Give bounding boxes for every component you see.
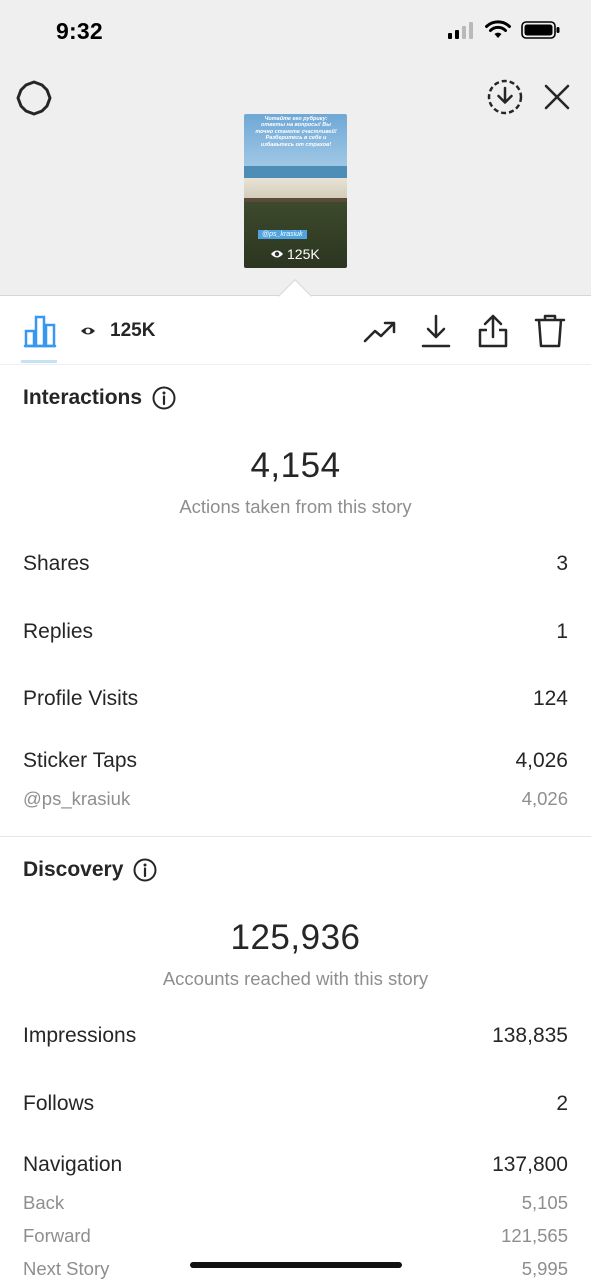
insights-tab-indicator	[21, 360, 57, 363]
story-header-area: 9:32 Читайте его рубрику: ответы на вопр…	[0, 0, 591, 296]
metric-value: 4,026	[515, 749, 568, 772]
metric-value: 137,800	[492, 1153, 568, 1176]
status-bar: 9:32	[0, 0, 591, 62]
metric-subvalue: 4,026	[521, 788, 568, 809]
metric-value: 3	[556, 552, 568, 575]
cellular-signal-icon	[448, 22, 473, 39]
download-icon	[421, 314, 451, 348]
bar-chart-icon	[23, 315, 57, 348]
metric-label: Follows	[23, 1092, 95, 1115]
interactions-total: 4,154	[250, 446, 341, 485]
discovery-title: Discovery	[23, 858, 124, 881]
interactions-total-label: Actions taken from this story	[179, 496, 412, 517]
metric-sublabel: @ps_krasiuk	[23, 788, 131, 809]
save-story-button[interactable]	[484, 76, 526, 118]
metric-value: 1	[556, 620, 568, 643]
home-indicator[interactable]	[190, 1262, 402, 1268]
metric-row-navigation: Navigation 137,800	[23, 1153, 568, 1177]
metric-label: Navigation	[23, 1153, 123, 1176]
download-button[interactable]	[418, 313, 454, 349]
status-time: 9:32	[56, 18, 103, 44]
metric-label: Profile Visits	[23, 687, 139, 710]
metric-value: 2	[556, 1092, 568, 1115]
trash-icon	[534, 314, 566, 348]
metric-label: Replies	[23, 620, 94, 643]
close-button[interactable]	[538, 78, 576, 116]
story-toolbar: 125K	[0, 297, 591, 365]
metric-subrow-forward: Forward 121,565	[23, 1225, 568, 1247]
metric-sublabel: Forward	[23, 1225, 91, 1246]
thumbnail-mention-tag: @ps_krasiuk	[258, 230, 307, 239]
battery-icon	[521, 21, 560, 39]
settings-button[interactable]	[14, 78, 54, 118]
discovery-header: Discovery	[23, 858, 157, 882]
delete-button[interactable]	[532, 313, 568, 349]
metric-label: Impressions	[23, 1024, 137, 1047]
gear-icon	[16, 80, 52, 116]
download-circle-icon	[487, 79, 523, 115]
metric-subrow-sticker-mention: @ps_krasiuk 4,026	[23, 788, 568, 810]
info-icon[interactable]	[133, 858, 157, 882]
close-icon	[544, 84, 570, 110]
metric-value: 124	[532, 687, 568, 710]
metric-row-shares: Shares 3	[23, 552, 568, 576]
views-count[interactable]: 125K	[110, 320, 155, 342]
metric-row-sticker-taps: Sticker Taps 4,026	[23, 749, 568, 773]
story-thumbnail[interactable]: Читайте его рубрику: ответы на вопросы! …	[244, 114, 347, 268]
thumbnail-views-count: 125K	[287, 246, 320, 262]
metric-row-impressions: Impressions 138,835	[23, 1024, 568, 1048]
discovery-total: 125,936	[230, 918, 361, 957]
thumbnail-views: 125K	[270, 246, 320, 262]
interactions-header: Interactions	[23, 386, 176, 410]
metric-subrow-back: Back 5,105	[23, 1192, 568, 1214]
share-icon	[478, 314, 508, 348]
metric-value: 138,835	[492, 1024, 568, 1047]
interactions-title: Interactions	[23, 386, 143, 409]
metric-subvalue: 121,565	[501, 1225, 568, 1246]
metric-label: Shares	[23, 552, 90, 575]
share-button[interactable]	[475, 313, 511, 349]
metric-subvalue: 5,995	[521, 1258, 568, 1279]
metric-label: Sticker Taps	[23, 749, 137, 772]
promote-button[interactable]	[362, 313, 398, 349]
metric-sublabel: Next Story	[23, 1258, 110, 1279]
wifi-icon	[485, 20, 511, 38]
thumbnail-overlay-text: Читайте его рубрику: ответы на вопросы! …	[255, 116, 337, 148]
thumbnail-boardwalk	[244, 198, 347, 202]
discovery-total-label: Accounts reached with this story	[162, 968, 429, 989]
trending-up-icon	[363, 321, 396, 343]
metric-row-follows: Follows 2	[23, 1092, 568, 1116]
info-icon[interactable]	[152, 386, 176, 410]
metric-row-replies: Replies 1	[23, 620, 568, 644]
metric-row-profile-visits: Profile Visits 124	[23, 687, 568, 711]
eye-icon	[81, 327, 95, 335]
metric-sublabel: Back	[23, 1192, 65, 1213]
insights-tab[interactable]	[22, 313, 58, 349]
status-icons	[447, 20, 561, 40]
eye-icon	[271, 250, 283, 258]
section-divider	[0, 836, 591, 837]
metric-subvalue: 5,105	[521, 1192, 568, 1213]
